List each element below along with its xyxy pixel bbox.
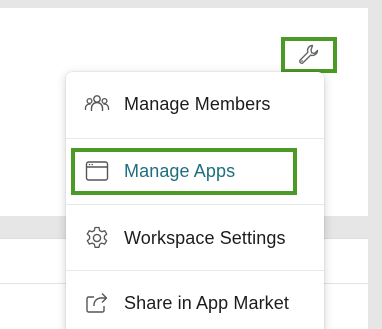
menu-item-label: Workspace Settings — [124, 227, 286, 248]
menu-item-share-in-app-market[interactable]: Share in App Market — [66, 271, 324, 329]
menu-item-manage-members[interactable]: Manage Members — [66, 72, 324, 136]
members-icon — [84, 91, 110, 117]
share-icon — [84, 290, 110, 316]
menu-divider — [66, 204, 324, 205]
page: Manage Members Manage Apps Workspace Set… — [0, 0, 382, 329]
menu-item-workspace-settings[interactable]: Workspace Settings — [66, 206, 324, 270]
menu-item-label: Manage Apps — [124, 160, 236, 181]
workspace-menu: Manage Members Manage Apps Workspace Set… — [66, 72, 324, 329]
wrench-icon — [299, 44, 319, 64]
menu-item-manage-apps[interactable]: Manage Apps — [66, 139, 324, 203]
menu-item-label: Share in App Market — [124, 292, 289, 313]
menu-item-label: Manage Members — [124, 93, 271, 114]
gear-icon — [84, 225, 110, 251]
wrench-button[interactable] — [281, 37, 337, 73]
app-window-icon — [84, 158, 110, 184]
